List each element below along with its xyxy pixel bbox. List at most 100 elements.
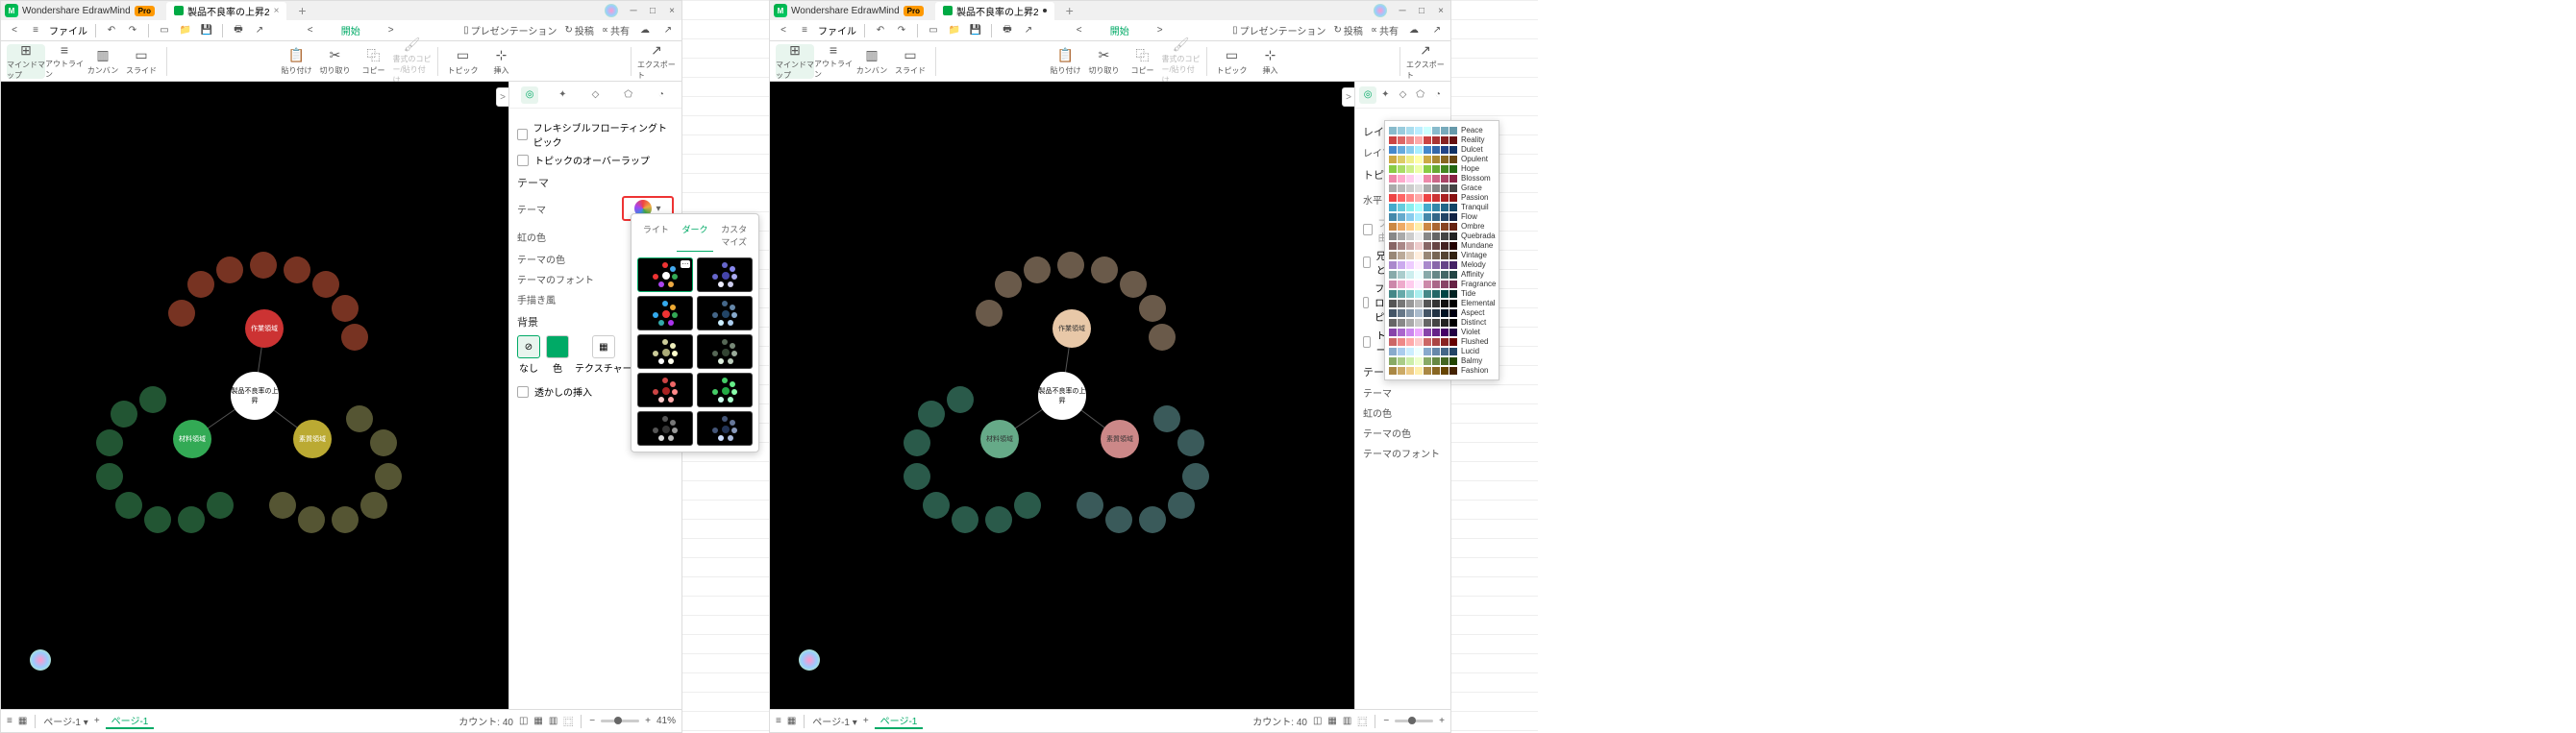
mindmap-view-button[interactable]: ⊞マインドマップ: [7, 44, 45, 79]
outline-view-button[interactable]: ≡アウトライン: [45, 44, 84, 79]
theme-preset-0[interactable]: ⋯: [637, 257, 693, 292]
export-ribbon-button[interactable]: ↗エクスポート: [637, 44, 676, 79]
page-tab[interactable]: ページ-1: [106, 713, 155, 729]
topic-button[interactable]: ▭トピック: [444, 44, 483, 79]
collapse-panel-button[interactable]: >: [496, 87, 509, 107]
branch-1[interactable]: 作業領域: [1053, 309, 1091, 348]
theme-preset-9[interactable]: [697, 411, 753, 446]
export-button[interactable]: ↗: [252, 23, 267, 38]
panel-tab-history[interactable]: ◔: [1429, 86, 1447, 104]
branch-1[interactable]: 作業領域: [245, 309, 284, 348]
prev-tab-button[interactable]: <: [1072, 23, 1087, 38]
color-scheme-lucid[interactable]: Lucid: [1389, 347, 1495, 355]
page-tab[interactable]: ページ-1: [875, 713, 924, 729]
panel-tab-icon[interactable]: ⬠: [1412, 86, 1429, 104]
insert-button[interactable]: ⊹挿入: [483, 44, 521, 79]
sb-view2-icon[interactable]: ▥: [1343, 716, 1351, 726]
sb-view1-icon[interactable]: ▦: [533, 716, 542, 726]
undo-button[interactable]: ↶: [873, 23, 888, 38]
paste-button[interactable]: 📋貼り付け: [1047, 44, 1085, 79]
add-tab-button[interactable]: +: [298, 3, 306, 18]
color-scheme-peace[interactable]: Peace: [1389, 126, 1495, 134]
panel-tab-theme[interactable]: ◎: [521, 86, 538, 104]
menu-icon[interactable]: <: [776, 23, 791, 38]
bg-none-button[interactable]: ⊘なし: [517, 335, 540, 375]
zoom-out-button[interactable]: −: [589, 716, 595, 726]
ai-icon[interactable]: [1374, 4, 1387, 17]
kanban-view-button[interactable]: ▥カンバン: [853, 44, 891, 79]
panel-tab-style[interactable]: ✦: [1376, 86, 1394, 104]
cloud-button[interactable]: ☁: [637, 23, 653, 38]
color-scheme-fashion[interactable]: Fashion: [1389, 366, 1495, 375]
slide-view-button[interactable]: ▭スライド: [122, 44, 161, 79]
panel-tab-icon[interactable]: ⬠: [620, 86, 637, 104]
outline-view-button[interactable]: ≡アウトライン: [814, 44, 853, 79]
redo-button[interactable]: ↷: [894, 23, 909, 38]
color-scheme-tranquil[interactable]: Tranquil: [1389, 203, 1495, 211]
tab-start[interactable]: 開始: [337, 21, 364, 39]
theme-preset-3[interactable]: [697, 296, 753, 330]
color-scheme-elemental[interactable]: Elemental: [1389, 299, 1495, 307]
add-page-button[interactable]: +: [94, 716, 100, 726]
sb-view2-icon[interactable]: ▥: [549, 716, 557, 726]
add-tab-button[interactable]: +: [1066, 3, 1074, 18]
menu-icon[interactable]: <: [7, 23, 22, 38]
cloud-button[interactable]: ☁: [1406, 23, 1422, 38]
central-topic[interactable]: 製品不良率の上昇: [1038, 372, 1086, 420]
slide-view-button[interactable]: ▭スライド: [891, 44, 929, 79]
sb-fit-icon[interactable]: ◫: [519, 716, 528, 726]
open-button[interactable]: 📁: [178, 23, 193, 38]
collapse-panel-button[interactable]: >: [1342, 87, 1355, 107]
next-tab-button[interactable]: >: [1152, 23, 1168, 38]
color-scheme-aspect[interactable]: Aspect: [1389, 308, 1495, 317]
ai-icon[interactable]: [605, 4, 618, 17]
theme-preset-8[interactable]: [637, 411, 693, 446]
file-menu[interactable]: ファイル: [818, 23, 856, 37]
color-scheme-tide[interactable]: Tide: [1389, 289, 1495, 298]
post-button[interactable]: ↻ 投稿: [564, 23, 593, 37]
sb-grid-icon[interactable]: ▦: [787, 716, 796, 726]
maximize-button[interactable]: □: [647, 5, 658, 16]
color-scheme-balmy[interactable]: Balmy: [1389, 356, 1495, 365]
copy-button[interactable]: ⿻コピー: [1124, 44, 1162, 79]
minimize-button[interactable]: ─: [628, 5, 639, 16]
ai-assistant-button[interactable]: [30, 649, 51, 671]
close-icon[interactable]: ×: [274, 6, 280, 16]
zoom-slider[interactable]: [601, 720, 639, 722]
color-scheme-melody[interactable]: Melody: [1389, 260, 1495, 269]
prev-tab-button[interactable]: <: [303, 23, 318, 38]
color-scheme-vintage[interactable]: Vintage: [1389, 251, 1495, 259]
zoom-out-button[interactable]: −: [1383, 716, 1389, 726]
open-button[interactable]: 📁: [947, 23, 962, 38]
zoom-slider[interactable]: [1395, 720, 1433, 722]
zoom-in-button[interactable]: +: [645, 716, 651, 726]
maximize-button[interactable]: □: [1416, 5, 1427, 16]
print-button[interactable]: 🖶: [1000, 23, 1015, 38]
panel-tab-tag[interactable]: ◇: [586, 86, 604, 104]
file-menu[interactable]: ファイル: [49, 23, 87, 37]
sb-fit-icon[interactable]: ◫: [1313, 716, 1322, 726]
panel-tab-theme[interactable]: ◎: [1359, 86, 1376, 104]
presentation-button[interactable]: ▯ プレゼンテーション: [463, 23, 557, 37]
document-tab[interactable]: 製品不良率の上昇2: [935, 2, 1054, 20]
sb-outline-icon[interactable]: ≡: [776, 716, 781, 726]
central-topic[interactable]: 製品不良率の上昇: [231, 372, 279, 420]
new-button[interactable]: ▭: [926, 23, 941, 38]
share-button[interactable]: ∝ 共有: [1371, 23, 1399, 37]
bg-color-button[interactable]: 色: [546, 335, 569, 375]
branch-3[interactable]: 素質領域: [293, 420, 332, 458]
document-tab[interactable]: 製品不良率の上昇2 ×: [166, 2, 286, 20]
minimize-button[interactable]: ─: [1397, 5, 1408, 16]
color-scheme-reality[interactable]: Reality: [1389, 135, 1495, 144]
topic-button[interactable]: ▭トピック: [1213, 44, 1251, 79]
ai-assistant-button[interactable]: [799, 649, 820, 671]
post-button[interactable]: ↻ 投稿: [1333, 23, 1362, 37]
bg-texture-button[interactable]: ▦テクスチャー: [575, 335, 632, 375]
new-button[interactable]: ▭: [157, 23, 172, 38]
canvas[interactable]: 製品不良率の上昇 作業領域 材料領域 素質領域: [770, 82, 1354, 709]
color-scheme-dulcet[interactable]: Dulcet: [1389, 145, 1495, 154]
branch-3[interactable]: 素質領域: [1101, 420, 1139, 458]
color-scheme-distinct[interactable]: Distinct: [1389, 318, 1495, 327]
theme-preset-4[interactable]: [637, 334, 693, 369]
color-scheme-ombre[interactable]: Ombre: [1389, 222, 1495, 231]
